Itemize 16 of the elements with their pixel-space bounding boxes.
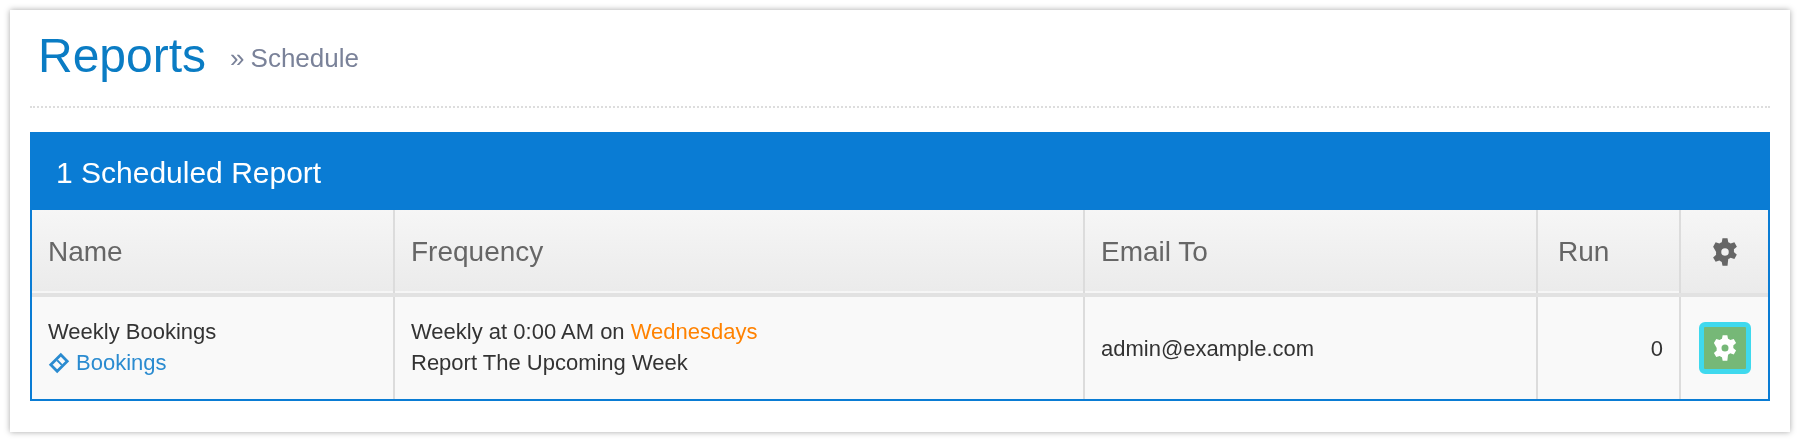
breadcrumb-separator: » bbox=[230, 42, 245, 75]
frequency-text: Weekly at 0:00 AM on Wednesdays bbox=[411, 318, 759, 347]
breadcrumb-link[interactable]: Schedule bbox=[250, 39, 359, 78]
report-name: Weekly Bookings bbox=[48, 318, 218, 347]
column-header: Name bbox=[48, 235, 123, 267]
panel-title: 1 Scheduled Report bbox=[56, 154, 322, 191]
column-header: Run bbox=[1558, 235, 1610, 267]
column-header: Frequency bbox=[411, 235, 544, 267]
report-link[interactable]: Bookings bbox=[48, 348, 377, 379]
settings-button[interactable] bbox=[1698, 322, 1751, 374]
email-address: admin@example.com bbox=[1101, 335, 1315, 361]
run-count: 0 bbox=[1650, 335, 1663, 361]
page-title: Reports bbox=[38, 32, 207, 80]
column-header: Email To bbox=[1101, 235, 1208, 267]
tag-icon bbox=[48, 352, 70, 375]
frequency-note: Report The Upcoming Week bbox=[411, 349, 689, 377]
